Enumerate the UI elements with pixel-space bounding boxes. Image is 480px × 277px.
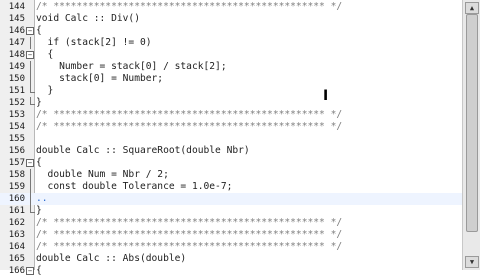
line-number: 166 bbox=[8, 266, 25, 276]
fold-guide-line bbox=[30, 193, 31, 205]
code-line[interactable]: 155 bbox=[0, 133, 462, 145]
fold-end-marker bbox=[30, 97, 35, 105]
code-comment: /* *************************************… bbox=[36, 229, 343, 240]
code-text: double Calc :: Abs(double) bbox=[36, 253, 187, 264]
line-number: 157 bbox=[8, 158, 25, 168]
line-number: 162 bbox=[8, 218, 25, 228]
scroll-down-button[interactable]: ▼ bbox=[465, 256, 479, 268]
code-text: { bbox=[36, 157, 42, 168]
code-comment: /* *************************************… bbox=[36, 109, 343, 120]
code-text: void Calc :: Div() bbox=[36, 13, 140, 24]
code-text: double Num = Nbr / 2; bbox=[36, 169, 169, 180]
code-line[interactable]: 161} bbox=[0, 205, 462, 217]
code-line[interactable]: 154 /* **********************************… bbox=[0, 121, 462, 133]
line-number: 155 bbox=[8, 134, 25, 144]
code-line[interactable]: 159 const double Tolerance = 1.0e-7; bbox=[0, 181, 462, 193]
code-comment: /* *************************************… bbox=[36, 1, 343, 12]
fold-guide-line bbox=[30, 181, 31, 193]
line-number: 145 bbox=[8, 14, 25, 24]
code-text: Number = stack[0] / stack[2]; bbox=[36, 61, 227, 72]
code-text: stack[0] = Number; bbox=[36, 73, 164, 84]
scroll-up-button[interactable]: ▲ bbox=[465, 2, 479, 14]
fold-guide-line bbox=[30, 73, 31, 85]
line-number: 158 bbox=[8, 170, 25, 180]
line-number: 159 bbox=[8, 182, 25, 192]
code-text: { bbox=[36, 49, 54, 60]
line-number: 160 bbox=[8, 194, 25, 204]
code-comment: /* *************************************… bbox=[36, 121, 343, 132]
code-line[interactable]: 156 double Calc :: SquareRoot(double Nbr) bbox=[0, 145, 462, 157]
code-text: } bbox=[36, 97, 42, 108]
line-number: 147 bbox=[8, 38, 25, 48]
line-number: 164 bbox=[8, 242, 25, 252]
code-line[interactable]: 151 } bbox=[0, 85, 462, 97]
code-comment: /* *************************************… bbox=[36, 241, 343, 252]
code-line[interactable]: 166−{ bbox=[0, 265, 462, 277]
fold-toggle-icon[interactable]: − bbox=[26, 267, 34, 275]
code-text: } bbox=[36, 205, 42, 216]
code-line[interactable]: 144 /* **********************************… bbox=[0, 1, 462, 13]
code-line[interactable]: 148− { bbox=[0, 49, 462, 61]
line-number: 163 bbox=[8, 230, 25, 240]
fold-end-marker bbox=[30, 85, 35, 93]
fold-end-marker bbox=[30, 205, 35, 213]
line-number: 150 bbox=[8, 74, 25, 84]
code-line[interactable]: 158 double Num = Nbr / 2; bbox=[0, 169, 462, 181]
text-caret: .. bbox=[36, 193, 48, 204]
vertical-scrollbar[interactable]: ▲ ▼ bbox=[462, 0, 480, 270]
code-text: { bbox=[36, 265, 42, 276]
line-number: 144 bbox=[8, 2, 25, 12]
line-number: 146 bbox=[8, 26, 25, 36]
code-text: const double Tolerance = 1.0e-7; bbox=[36, 181, 233, 192]
code-line[interactable]: 165 double Calc :: Abs(double) bbox=[0, 253, 462, 265]
code-line[interactable]: 160.. bbox=[0, 193, 462, 205]
line-number: 148 bbox=[8, 50, 25, 60]
code-line[interactable]: 145 void Calc :: Div() bbox=[0, 13, 462, 25]
line-number: 165 bbox=[8, 254, 25, 264]
scrollbar-thumb[interactable] bbox=[466, 14, 478, 232]
fold-toggle-icon[interactable]: − bbox=[26, 159, 34, 167]
ibeam-cursor-icon: I bbox=[323, 88, 329, 104]
code-line[interactable]: 152} bbox=[0, 97, 462, 109]
line-number: 153 bbox=[8, 110, 25, 120]
code-line[interactable]: 147 if (stack[2] != 0) bbox=[0, 37, 462, 49]
line-number: 154 bbox=[8, 122, 25, 132]
code-text: double Calc :: SquareRoot(double Nbr) bbox=[36, 145, 250, 156]
fold-guide-line bbox=[30, 169, 31, 181]
fold-toggle-icon[interactable]: − bbox=[26, 27, 34, 35]
line-number: 149 bbox=[8, 62, 25, 72]
code-line[interactable]: 162 /* **********************************… bbox=[0, 217, 462, 229]
code-line[interactable]: 153 /* **********************************… bbox=[0, 109, 462, 121]
code-editor[interactable]: 144 /* **********************************… bbox=[0, 0, 480, 276]
code-line[interactable]: 164 /* **********************************… bbox=[0, 241, 462, 253]
code-text: } bbox=[36, 85, 54, 96]
code-line[interactable]: 150 stack[0] = Number; bbox=[0, 73, 462, 85]
fold-guide-line bbox=[30, 37, 31, 49]
code-text: if (stack[2] != 0) bbox=[36, 37, 152, 48]
line-number: 156 bbox=[8, 146, 25, 156]
code-line[interactable]: 149 Number = stack[0] / stack[2]; bbox=[0, 61, 462, 73]
code-line[interactable]: 146−{ bbox=[0, 25, 462, 37]
code-line[interactable]: 163 /* **********************************… bbox=[0, 229, 462, 241]
fold-toggle-icon[interactable]: − bbox=[26, 51, 34, 59]
code-comment: /* *************************************… bbox=[36, 217, 343, 228]
line-number: 152 bbox=[8, 98, 25, 108]
code-text: { bbox=[36, 25, 42, 36]
line-number: 151 bbox=[8, 86, 25, 96]
code-line[interactable]: 157−{ bbox=[0, 157, 462, 169]
fold-guide-line bbox=[30, 61, 31, 73]
code-lines[interactable]: 144 /* **********************************… bbox=[0, 0, 462, 276]
line-number: 161 bbox=[8, 206, 25, 216]
